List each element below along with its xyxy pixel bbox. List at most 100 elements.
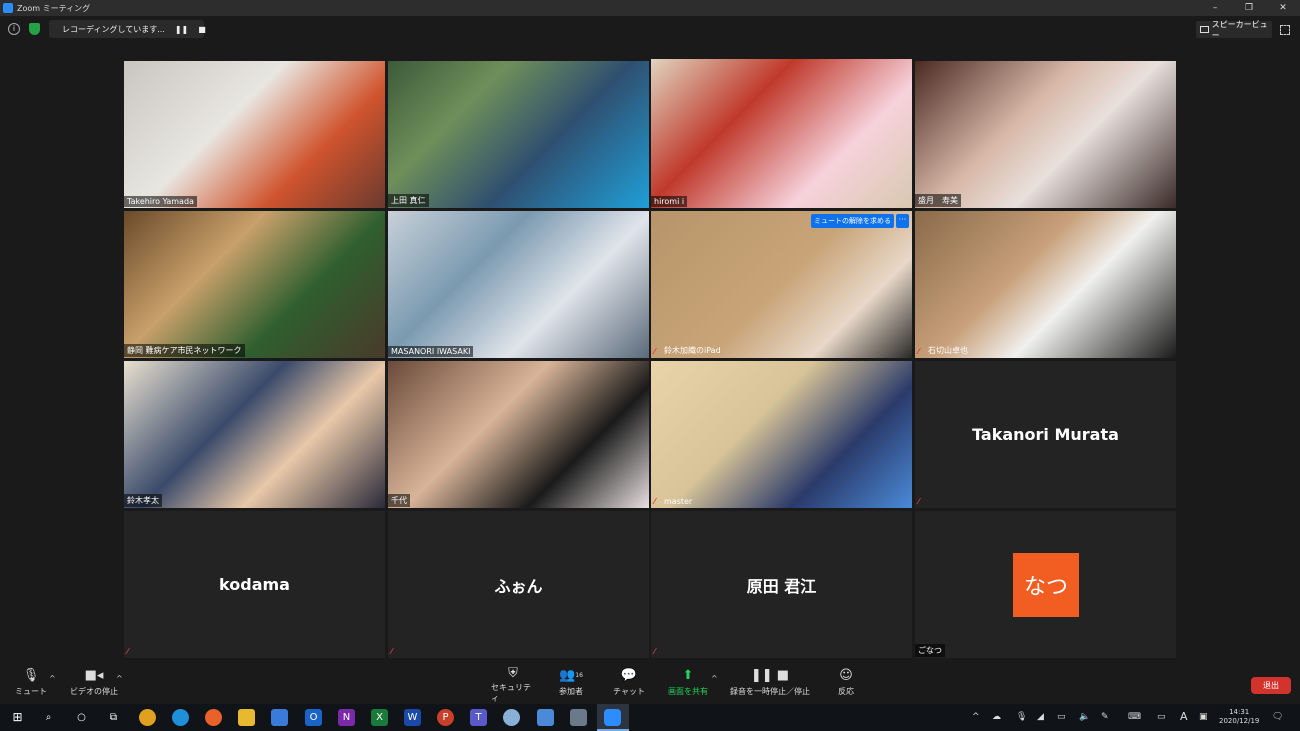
reactions-button[interactable]: ☺ 反応 — [834, 664, 858, 704]
more-options-button[interactable]: ··· — [896, 214, 909, 228]
window-title: Zoom ミーティング — [17, 3, 91, 13]
video-tile[interactable]: Takehiro Yamada — [124, 61, 385, 208]
stop-recording-button[interactable]: ■ — [198, 25, 206, 34]
mute-label: ミュート — [15, 687, 47, 696]
participants-button[interactable]: 👥 16 参加者 — [554, 664, 588, 704]
video-tile[interactable]: ⁄ 石切山卓也 — [915, 211, 1176, 358]
tablet-mode-icon[interactable]: ▣ — [1199, 712, 1208, 722]
participant-video — [915, 211, 1176, 358]
video-tile[interactable]: MASANORI IWASAKI — [388, 211, 649, 358]
participant-name: 上田 真仁 — [388, 194, 429, 207]
calendar-icon[interactable] — [537, 709, 554, 726]
search-icon[interactable]: ⌕ — [40, 709, 57, 726]
mute-button[interactable]: 🎙 ミュート — [14, 664, 48, 704]
speaker-view-icon — [1200, 26, 1209, 33]
participant-video — [915, 61, 1176, 208]
excel-icon[interactable]: X — [371, 709, 388, 726]
tray-microphone-icon[interactable]: 🎙 — [1016, 712, 1027, 722]
security-label: セキュリティ — [491, 683, 531, 703]
close-button[interactable]: ✕ — [1266, 0, 1300, 16]
stop-video-label: ビデオの停止 — [70, 687, 118, 696]
chat-button[interactable]: 💬 チャット — [612, 664, 646, 704]
participant-name: 千代 — [388, 494, 410, 507]
smiley-plus-icon: ☺ — [839, 667, 853, 683]
minimize-button[interactable]: – — [1198, 0, 1232, 16]
restore-button[interactable]: ❐ — [1232, 0, 1266, 16]
participant-display-name: kodama — [219, 575, 290, 594]
participant-name: hiromi i — [651, 196, 688, 207]
ime-indicator[interactable]: A — [1180, 710, 1188, 723]
video-tile[interactable]: 上田 真仁 — [388, 61, 649, 208]
avatar-tile[interactable]: なつ ごなつ — [915, 511, 1176, 658]
pen-icon[interactable]: ✎ — [1101, 712, 1109, 722]
muted-mic-icon: ⁄ — [918, 497, 920, 506]
chat-label: チャット — [613, 687, 645, 696]
participant-video — [651, 211, 912, 358]
video-tile[interactable]: 鈴木孝太 — [124, 361, 385, 508]
name-tile[interactable]: kodama ⁄ — [124, 511, 385, 658]
calculator-icon[interactable] — [570, 709, 587, 726]
video-tile[interactable]: 盛月 寿美 — [915, 61, 1176, 208]
cortana-icon[interactable]: ○ — [73, 709, 90, 726]
name-tile[interactable]: Takanori Murata ⁄ — [915, 361, 1176, 508]
video-tile[interactable]: ミュートの解除を求める ··· ⁄ 鈴木加織のiPad — [651, 211, 912, 358]
chrome-icon[interactable] — [139, 709, 156, 726]
onedrive-cloud-icon[interactable]: ☁ — [992, 712, 1001, 722]
teams-icon[interactable]: T — [470, 709, 487, 726]
meeting-info-icon[interactable]: i — [8, 23, 20, 35]
speaker-view-button[interactable]: スピーカービュー — [1196, 20, 1272, 40]
video-tile[interactable]: 静岡 難病ケア市民ネットワーク — [124, 211, 385, 358]
leave-meeting-button[interactable]: 退出 — [1251, 677, 1291, 694]
video-tile-active-speaker[interactable]: hiromi i — [651, 59, 912, 208]
notifications-icon[interactable]: 🗨 — [1272, 712, 1283, 722]
participant-video — [124, 211, 385, 358]
tray-overflow-caret-icon[interactable]: ^ — [972, 712, 980, 722]
video-tile[interactable]: 千代 — [388, 361, 649, 508]
pause-stop-recording-button[interactable]: ❚❚ ■ 録音を一時停止／停止 — [726, 664, 814, 704]
zoom-app-icon — [3, 3, 13, 13]
mail-icon[interactable] — [271, 709, 288, 726]
volume-icon[interactable]: 🔈 — [1079, 712, 1090, 722]
system-clock[interactable]: 14:31 2020/12/19 — [1219, 708, 1259, 726]
firefox-icon[interactable] — [205, 709, 222, 726]
video-tile[interactable]: ⁄ master — [651, 361, 912, 508]
paint-icon[interactable] — [503, 709, 520, 726]
muted-mic-icon: ⁄ — [391, 647, 393, 656]
fullscreen-icon[interactable] — [1280, 25, 1290, 35]
security-button[interactable]: ⛨ セキュリティ — [491, 664, 535, 704]
participant-name: ごなつ — [915, 644, 945, 657]
edge-icon[interactable] — [172, 709, 189, 726]
participant-name: 石切山卓也 — [928, 346, 968, 355]
video-options-caret-icon[interactable]: ^ — [116, 674, 123, 683]
participants-icon: 👥 16 — [559, 667, 583, 683]
task-view-icon[interactable]: ⧉ — [105, 709, 122, 726]
zoom-taskbar-icon[interactable] — [604, 709, 621, 726]
muted-mic-icon: ⁄ — [127, 647, 129, 656]
pause-stop-recording-label: 録音を一時停止／停止 — [730, 687, 810, 696]
audio-options-caret-icon[interactable]: ^ — [49, 674, 56, 683]
participant-video — [124, 61, 385, 208]
powerpoint-icon[interactable]: P — [437, 709, 454, 726]
share-screen-button[interactable]: ⬆ 画面を共有 — [666, 664, 710, 704]
name-tile[interactable]: 原田 君江 ⁄ — [651, 511, 912, 658]
stop-video-button[interactable]: ■◂ ビデオの停止 — [68, 664, 120, 704]
participant-video — [388, 61, 649, 208]
battery-icon[interactable]: ▭ — [1057, 712, 1066, 722]
word-icon[interactable]: W — [404, 709, 421, 726]
file-explorer-icon[interactable] — [238, 709, 255, 726]
ask-to-unmute-button[interactable]: ミュートの解除を求める — [811, 214, 894, 228]
pause-recording-button[interactable]: ❚❚ — [175, 25, 188, 34]
title-bar: Zoom ミーティング – ❐ ✕ — [0, 0, 1300, 16]
meeting-toolbar: 🎙 ミュート ^ ■◂ ビデオの停止 ^ ⛨ セキュリティ 👥 16 参加者 💬 … — [0, 664, 1300, 704]
onenote-icon[interactable]: N — [338, 709, 355, 726]
touchpad-icon[interactable]: ▭ — [1157, 712, 1166, 722]
keyboard-icon[interactable]: ⌨ — [1128, 712, 1141, 722]
outlook-icon[interactable]: O — [305, 709, 322, 726]
security-shield-icon: ⛨ — [508, 665, 518, 681]
share-options-caret-icon[interactable]: ^ — [711, 674, 718, 683]
name-tile[interactable]: ふぉん ⁄ — [388, 511, 649, 658]
encryption-shield-icon[interactable] — [29, 23, 40, 35]
network-icon[interactable]: ◢ — [1037, 712, 1044, 722]
participants-label: 参加者 — [559, 687, 583, 696]
windows-start-icon[interactable]: ⊞ — [9, 709, 26, 726]
